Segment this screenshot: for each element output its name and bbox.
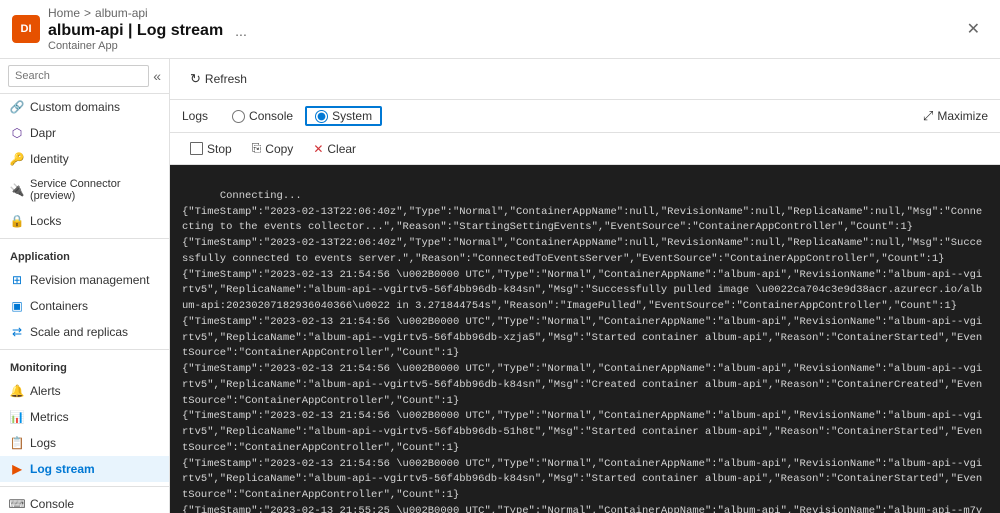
sidebar-item-label: Logs <box>30 436 56 450</box>
page-title: album-api | Log stream <box>48 22 223 40</box>
action-bar: Stop ⎘ Copy ✕ Clear <box>170 133 1000 165</box>
stop-checkbox-icon <box>190 142 203 155</box>
breadcrumb-app[interactable]: album-api <box>95 6 148 20</box>
alerts-icon: 🔔 <box>10 384 24 398</box>
maximize-icon: ⤢ <box>923 108 933 124</box>
sidebar-item-label: Log stream <box>30 462 95 476</box>
copy-button[interactable]: ⎘ Copy <box>244 138 302 159</box>
maximize-button[interactable]: ⤢ Maximize <box>923 108 988 124</box>
radio-console-label: Console <box>249 109 293 123</box>
sidebar-item-label: Identity <box>30 152 69 166</box>
console-icon: ⌨ <box>10 497 24 511</box>
sidebar-item-label: Alerts <box>30 384 61 398</box>
log-text: Connecting... {"TimeStamp":"2023-02-13T2… <box>182 190 982 513</box>
clear-icon: ✕ <box>313 142 323 156</box>
sidebar-item-scale-replicas[interactable]: ⇄ Scale and replicas <box>0 319 169 345</box>
sidebar: « 🔗 Custom domains ⬡ Dapr 🔑 Identity 🔌 S… <box>0 59 170 513</box>
title-area: Home > album-api album-api | Log stream … <box>48 6 247 52</box>
logs-icon: 📋 <box>10 436 24 450</box>
revision-icon: ⊞ <box>10 273 24 287</box>
sidebar-divider-2 <box>0 349 169 350</box>
close-button[interactable]: ✕ <box>959 15 988 43</box>
sidebar-item-label: Console <box>30 497 74 511</box>
refresh-icon: ↻ <box>190 71 201 87</box>
top-bar: DI Home > album-api album-api | Log stre… <box>0 0 1000 59</box>
radio-console-input[interactable] <box>232 110 245 123</box>
clear-button[interactable]: ✕ Clear <box>305 139 364 159</box>
search-box: « <box>0 59 169 94</box>
sidebar-item-logs[interactable]: 📋 Logs <box>0 430 169 456</box>
collapse-button[interactable]: « <box>153 68 161 84</box>
breadcrumb: Home > album-api <box>48 6 247 20</box>
sidebar-item-label: Metrics <box>30 410 69 424</box>
copy-icon: ⎘ <box>252 141 262 156</box>
service-connector-icon: 🔌 <box>10 183 24 197</box>
sidebar-item-label: Service Connector (preview) <box>30 178 159 202</box>
dapr-icon: ⬡ <box>10 126 24 140</box>
breadcrumb-home[interactable]: Home <box>48 6 80 20</box>
sidebar-item-dapr[interactable]: ⬡ Dapr <box>0 120 169 146</box>
sidebar-item-label: Scale and replicas <box>30 325 128 339</box>
sidebar-item-containers[interactable]: ▣ Containers <box>0 293 169 319</box>
sidebar-divider-3 <box>0 486 169 487</box>
containers-icon: ▣ <box>10 299 24 313</box>
sidebar-item-label: Revision management <box>30 273 149 287</box>
main-layout: « 🔗 Custom domains ⬡ Dapr 🔑 Identity 🔌 S… <box>0 59 1000 513</box>
sidebar-item-label: Containers <box>30 299 88 313</box>
refresh-label: Refresh <box>205 72 247 86</box>
copy-label: Copy <box>265 142 293 156</box>
sidebar-item-label: Dapr <box>30 126 56 140</box>
log-type-radio-group: Console System <box>232 106 382 126</box>
sidebar-item-console[interactable]: ⌨ Console <box>0 491 169 513</box>
radio-console[interactable]: Console <box>232 109 293 123</box>
page-subtitle: Container App <box>48 40 247 52</box>
sidebar-divider-1 <box>0 238 169 239</box>
locks-icon: 🔒 <box>10 214 24 228</box>
radio-system[interactable]: System <box>305 106 382 126</box>
custom-domains-icon: 🔗 <box>10 100 24 114</box>
sidebar-item-log-stream[interactable]: ▶ Log stream <box>0 456 169 482</box>
search-input[interactable] <box>8 65 149 87</box>
group-label-monitoring: Monitoring <box>0 354 169 378</box>
metrics-icon: 📊 <box>10 410 24 424</box>
scale-icon: ⇄ <box>10 325 24 339</box>
radio-system-input[interactable] <box>315 110 328 123</box>
sidebar-item-label: Custom domains <box>30 100 120 114</box>
sidebar-item-service-connector[interactable]: 🔌 Service Connector (preview) <box>0 172 169 208</box>
main-toolbar: ↻ Refresh <box>170 59 1000 100</box>
logs-label: Logs <box>182 109 208 123</box>
sidebar-item-metrics[interactable]: 📊 Metrics <box>0 404 169 430</box>
main-content: ↻ Refresh Logs Console System ⤢ Maximize <box>170 59 1000 513</box>
clear-label: Clear <box>327 142 356 156</box>
refresh-button[interactable]: ↻ Refresh <box>182 67 255 91</box>
sidebar-item-locks[interactable]: 🔒 Locks <box>0 208 169 234</box>
log-output[interactable]: Connecting... {"TimeStamp":"2023-02-13T2… <box>170 165 1000 513</box>
title-section: DI Home > album-api album-api | Log stre… <box>12 6 247 52</box>
stop-label: Stop <box>207 142 232 156</box>
maximize-label: Maximize <box>937 109 988 123</box>
sidebar-item-revision-management[interactable]: ⊞ Revision management <box>0 267 169 293</box>
group-label-application: Application <box>0 243 169 267</box>
logs-selector-bar: Logs Console System ⤢ Maximize <box>170 100 1000 133</box>
sidebar-item-label: Locks <box>30 214 61 228</box>
breadcrumb-separator: > <box>84 6 91 20</box>
radio-system-label: System <box>332 109 372 123</box>
app-icon: DI <box>12 15 40 43</box>
identity-icon: 🔑 <box>10 152 24 166</box>
sidebar-item-identity[interactable]: 🔑 Identity <box>0 146 169 172</box>
sidebar-item-custom-domains[interactable]: 🔗 Custom domains <box>0 94 169 120</box>
sidebar-item-alerts[interactable]: 🔔 Alerts <box>0 378 169 404</box>
stop-button[interactable]: Stop <box>182 139 240 159</box>
sidebar-top-items: 🔗 Custom domains ⬡ Dapr 🔑 Identity 🔌 Ser… <box>0 94 169 234</box>
log-stream-icon: ▶ <box>10 462 24 476</box>
ellipsis-menu[interactable]: ... <box>235 23 247 39</box>
